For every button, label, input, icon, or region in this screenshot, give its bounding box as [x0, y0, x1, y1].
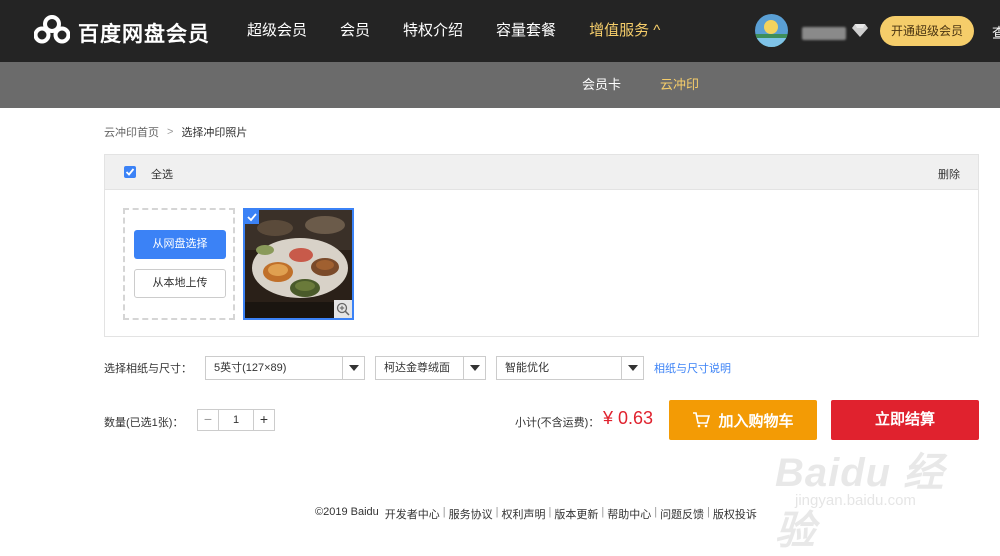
dropdown-arrow-icon — [342, 357, 364, 379]
dropdown-arrow-icon — [621, 357, 643, 379]
main-nav: 超级会员 会员 特权介绍 容量套餐 增值服务 ^ — [247, 0, 693, 62]
footer-link-help[interactable]: 帮助中心 — [607, 506, 651, 522]
check-icon — [125, 168, 135, 176]
diamond-icon — [852, 23, 868, 42]
subtotal-label: 小计(不含运费)： — [515, 417, 600, 429]
add-to-cart-button[interactable]: 加入购物车 — [669, 400, 817, 440]
nav-privileges[interactable]: 特权介绍 — [403, 0, 463, 62]
header-cut-text[interactable]: 查 — [992, 23, 1000, 43]
brand-logo[interactable]: 百度网盘会员 — [33, 15, 210, 50]
subtotal-price: ¥ 0.63 — [603, 408, 654, 428]
footer-separator: | — [654, 506, 658, 518]
footer-link-copyright-complaint[interactable]: 版权投诉 — [713, 506, 757, 522]
select-all-checkbox[interactable] — [124, 166, 136, 178]
nav-value-added-services[interactable]: 增值服务 ^ — [589, 0, 660, 62]
cloud-logo-icon — [33, 15, 71, 50]
quantity-stepper: − 1 + — [197, 409, 275, 431]
footer-link-developer[interactable]: 开发者中心 — [385, 506, 440, 522]
quantity-plus-button[interactable]: + — [254, 410, 274, 430]
top-header: 百度网盘会员 超级会员 会员 特权介绍 容量套餐 增值服务 ^ 开通超级会员 查 — [0, 0, 1000, 62]
zoom-in-icon[interactable] — [334, 300, 352, 318]
photo-panel: 全选 删除 从网盘选择 从本地上传 — [104, 154, 979, 337]
paper-select[interactable]: 柯达金尊绒面 — [375, 356, 486, 380]
breadcrumb: 云冲印首页 > 选择冲印照片 — [104, 124, 247, 140]
check-icon — [247, 213, 257, 222]
avatar[interactable] — [755, 14, 788, 47]
open-super-vip-button[interactable]: 开通超级会员 — [880, 16, 974, 46]
footer-separator: | — [442, 506, 446, 518]
subnav-cloud-print[interactable]: 云冲印 — [660, 62, 699, 108]
footer-link-feedback[interactable]: 问题反馈 — [660, 506, 704, 522]
upload-box: 从网盘选择 从本地上传 — [123, 208, 235, 320]
quantity-minus-button[interactable]: − — [198, 410, 218, 430]
sub-nav: 会员卡 云冲印 — [0, 62, 1000, 108]
dropdown-arrow-icon — [463, 357, 485, 379]
nav-super-vip[interactable]: 超级会员 — [247, 0, 307, 62]
footer-link-terms[interactable]: 服务协议 — [449, 506, 493, 522]
select-from-netdisk-button[interactable]: 从网盘选择 — [134, 230, 226, 259]
cart-icon — [693, 412, 711, 428]
quantity-label: 数量(已选1张)： — [104, 417, 184, 429]
footer-link-updates[interactable]: 版本更新 — [554, 506, 598, 522]
paper-size-help-link[interactable]: 相纸与尺寸说明 — [654, 360, 731, 376]
nav-storage-plans[interactable]: 容量套餐 — [496, 0, 556, 62]
paper-size-label: 选择相纸与尺寸： — [104, 363, 192, 375]
watermark-sub-text: jingyan.baidu.com — [795, 492, 916, 509]
footer-copyright: ©2019 Baidu — [315, 506, 379, 518]
nav-vip[interactable]: 会员 — [340, 0, 370, 62]
footer-separator: | — [707, 506, 710, 518]
paper-select-value: 柯达金尊绒面 — [384, 362, 450, 374]
footer-separator: | — [495, 506, 499, 518]
footer: ©2019 Baidu 开发者中心 | 服务协议 | 权利声明 | 版本更新 |… — [315, 506, 757, 522]
footer-separator: | — [601, 506, 605, 518]
breadcrumb-separator: > — [167, 126, 174, 138]
breadcrumb-current: 选择冲印照片 — [181, 127, 248, 139]
username-blurred[interactable] — [802, 27, 846, 40]
upload-from-local-button[interactable]: 从本地上传 — [134, 269, 226, 298]
paper-size-options: 选择相纸与尺寸： 5英寸(127×89) 柯达金尊绒面 智能优化 相纸与尺寸说明 — [104, 356, 731, 380]
photo-checkbox[interactable] — [245, 210, 259, 224]
photo-thumbnail[interactable] — [243, 208, 354, 320]
baidu-jingyan-watermark: Baidu 经验 jingyan.baidu.com — [765, 430, 985, 553]
add-to-cart-label: 加入购物车 — [718, 412, 794, 430]
footer-separator: | — [548, 506, 552, 518]
breadcrumb-home-link[interactable]: 云冲印首页 — [104, 124, 159, 140]
footer-link-rights[interactable]: 权利声明 — [501, 506, 545, 522]
enhance-select-value: 智能优化 — [505, 362, 549, 374]
select-all-label: 全选 — [151, 169, 173, 181]
delete-link[interactable]: 删除 — [938, 166, 960, 182]
size-select-value: 5英寸(127×89) — [214, 362, 287, 374]
size-select[interactable]: 5英寸(127×89) — [205, 356, 365, 380]
panel-header: 全选 删除 — [105, 155, 978, 190]
subnav-member-card[interactable]: 会员卡 — [582, 62, 621, 108]
enhance-select[interactable]: 智能优化 — [496, 356, 644, 380]
checkout-button[interactable]: 立即结算 — [831, 400, 979, 440]
quantity-input[interactable]: 1 — [218, 410, 254, 430]
brand-name: 百度网盘会员 — [78, 22, 210, 46]
watermark-main-text: Baidu 经验 — [775, 451, 945, 553]
